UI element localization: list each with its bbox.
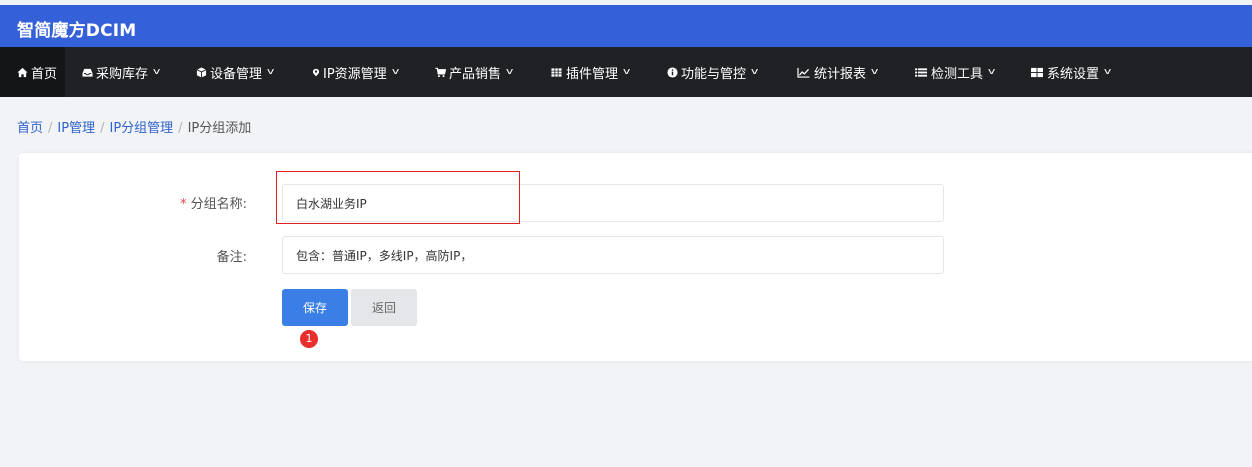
nav-item-purchase-stock[interactable]: 采购库存 v: [82, 47, 161, 97]
remark-label: 备注:: [216, 250, 247, 265]
group-name-label-text: 分组名称:: [190, 197, 247, 212]
nav-item-function-control[interactable]: 功能与管控 v: [667, 47, 759, 97]
required-mark: *: [180, 197, 187, 212]
nav-item-home[interactable]: 首页: [0, 47, 66, 97]
nav-item-product-sales[interactable]: 产品销售 v: [435, 47, 514, 97]
nav-item-label: 统计报表: [814, 66, 867, 82]
cube-icon: [196, 67, 207, 77]
save-button[interactable]: 保存: [282, 289, 348, 326]
grid-icon: [1031, 67, 1043, 77]
remark-input[interactable]: [282, 236, 944, 274]
breadcrumb-current: IP分组添加: [187, 121, 252, 136]
nav-item-ip-resource[interactable]: IP资源管理 v: [312, 47, 400, 97]
nav-item-label: 检测工具: [931, 66, 984, 82]
line-chart-icon: [797, 67, 810, 78]
nav-item-system-settings[interactable]: 系统设置 v: [1030, 47, 1112, 97]
nav-item-detection-tools[interactable]: 检测工具 v: [914, 47, 996, 97]
step-badge: 1: [300, 330, 318, 348]
chevron-down-icon: v: [987, 67, 996, 77]
breadcrumb-ip-group-management[interactable]: IP分组管理: [109, 121, 173, 136]
nav-item-label: 插件管理: [566, 66, 619, 82]
back-button[interactable]: 返回: [351, 289, 417, 326]
nav-item-label: 功能与管控: [681, 66, 747, 82]
app-header: 智简魔方DCIM: [0, 5, 1252, 47]
nav-item-device-management[interactable]: 设备管理 v: [196, 47, 275, 97]
chevron-down-icon: v: [152, 67, 161, 77]
breadcrumb-ip-management[interactable]: IP管理: [57, 121, 95, 136]
nav-item-label: 系统设置: [1047, 66, 1100, 82]
nav-item-label: 首页: [31, 66, 58, 82]
breadcrumb-separator: /: [100, 121, 105, 136]
cart-icon: [435, 67, 446, 77]
chevron-down-icon: v: [622, 67, 631, 77]
nav-item-label: 采购库存: [96, 66, 149, 82]
chevron-down-icon: v: [266, 67, 275, 77]
main-navbar: 首页 采购库存 v 设备管理 v IP资源管理 v 产品销售 v 插件管理 v …: [0, 47, 1252, 97]
group-name-label: * 分组名称:: [47, 193, 247, 212]
nav-item-label: 产品销售: [449, 66, 502, 82]
chevron-down-icon: v: [1103, 67, 1112, 77]
inbox-icon: [82, 68, 93, 77]
table-icon: [551, 67, 562, 77]
nav-item-label: IP资源管理: [323, 66, 387, 82]
info-circle-icon: [667, 66, 678, 78]
breadcrumb-separator: /: [48, 121, 53, 136]
home-icon: [17, 67, 28, 77]
map-marker-icon: [312, 68, 320, 76]
nav-item-statistics[interactable]: 统计报表 v: [796, 47, 879, 97]
breadcrumb-home[interactable]: 首页: [17, 121, 43, 136]
nav-item-plugin-management[interactable]: 插件管理 v: [550, 47, 631, 97]
chevron-down-icon: v: [750, 67, 759, 77]
app-title[interactable]: 智简魔方DCIM: [17, 16, 136, 41]
list-icon: [915, 67, 928, 77]
group-name-input[interactable]: [282, 184, 944, 222]
breadcrumb-separator: /: [178, 121, 183, 136]
chevron-down-icon: v: [391, 67, 400, 77]
chevron-down-icon: v: [505, 67, 514, 77]
chevron-down-icon: v: [870, 67, 879, 77]
nav-item-label: 设备管理: [210, 66, 263, 82]
breadcrumb: 首页 / IP管理 / IP分组管理 / IP分组添加: [17, 117, 251, 136]
